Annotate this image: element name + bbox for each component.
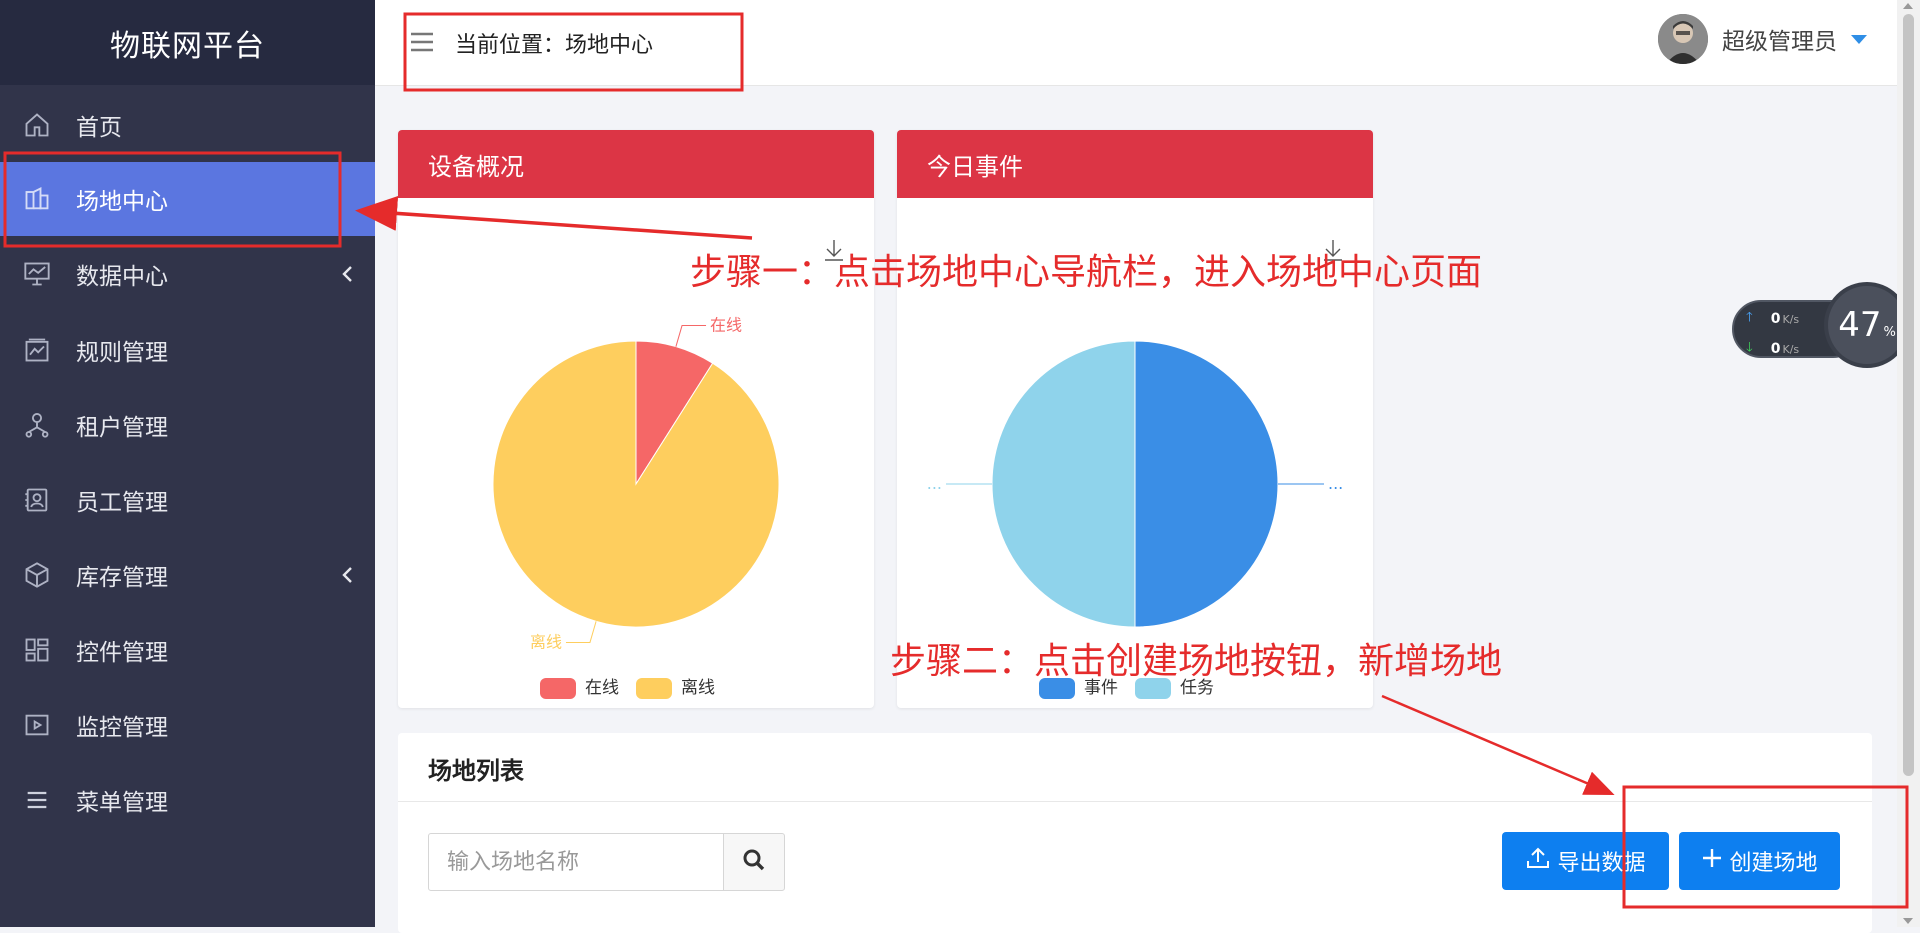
app-title: 物联网平台 bbox=[0, 0, 375, 85]
tenant-icon bbox=[22, 410, 52, 440]
venue-list-title: 场地列表 bbox=[428, 757, 524, 785]
sidebar-item-menus[interactable]: 菜单管理 bbox=[0, 763, 375, 837]
rules-icon bbox=[22, 335, 52, 365]
sidebar-item-label: 库存管理 bbox=[76, 565, 168, 591]
arrow-down-icon: 🡓 bbox=[1746, 340, 1753, 355]
slice-label: 离线 bbox=[530, 632, 562, 651]
monitor-chart-icon bbox=[22, 259, 52, 289]
hamburger-menu-icon[interactable] bbox=[409, 30, 435, 54]
upload-speed: 🡑 0 K/s bbox=[1746, 308, 1799, 330]
download-speed: 🡓 0 K/s bbox=[1746, 338, 1799, 360]
upload-icon bbox=[1525, 845, 1557, 877]
sidebar-item-label: 租户管理 bbox=[76, 415, 168, 441]
sidebar-item-staff[interactable]: 员工管理 bbox=[0, 463, 375, 537]
top-header: 当前位置：场地中心 超级管理员 bbox=[375, 0, 1897, 86]
chevron-left-icon bbox=[341, 564, 353, 590]
sidebar-item-label: 场地中心 bbox=[76, 189, 168, 215]
venue-list-card: 场地列表 导出数据 创建场地 bbox=[398, 733, 1872, 933]
staff-icon bbox=[22, 485, 52, 515]
step2-annotation: 步骤二：点击创建场地按钮，新增场地 bbox=[890, 641, 1503, 682]
plus-icon bbox=[1701, 847, 1729, 875]
pie-slice-1[interactable] bbox=[991, 340, 1136, 628]
scroll-up-arrow-icon[interactable] bbox=[1903, 3, 1913, 9]
sidebar-item-label: 数据中心 bbox=[76, 264, 168, 290]
card-title: 今日事件 bbox=[897, 130, 1373, 198]
slice-label: ... bbox=[927, 474, 942, 493]
arrow-up-icon: 🡑 bbox=[1746, 310, 1753, 325]
sidebar-item-label: 规则管理 bbox=[76, 340, 168, 366]
slice-label: 在线 bbox=[710, 316, 742, 335]
widgets-icon bbox=[22, 635, 52, 665]
device-overview-card: 设备概况 在线 离线 在线 离线 bbox=[398, 130, 874, 708]
caret-down-icon bbox=[1851, 34, 1867, 44]
sidebar-item-data-center[interactable]: 数据中心 bbox=[0, 237, 375, 311]
sidebar-item-label: 员工管理 bbox=[76, 490, 168, 516]
step1-annotation: 步骤一：点击场地中心导航栏，进入场地中心页面 bbox=[690, 252, 1483, 293]
legend-label[interactable]: 离线 bbox=[681, 678, 715, 698]
breadcrumb: 当前位置：场地中心 bbox=[455, 33, 654, 58]
export-data-button[interactable]: 导出数据 bbox=[1502, 832, 1669, 890]
scroll-down-arrow-icon[interactable] bbox=[1903, 918, 1913, 924]
legend-swatch[interactable] bbox=[636, 678, 672, 699]
sidebar-item-tenants[interactable]: 租户管理 bbox=[0, 388, 375, 462]
today-events-card: 今日事件 ...... 事件 任务 bbox=[897, 130, 1373, 708]
sidebar-item-monitoring[interactable]: 监控管理 bbox=[0, 688, 375, 762]
network-speed-widget[interactable]: 🡑 0 K/s 🡓 0 K/s 47% bbox=[1732, 282, 1910, 376]
divider bbox=[398, 801, 1872, 802]
sidebar-item-inventory[interactable]: 库存管理 bbox=[0, 538, 375, 612]
cube-icon bbox=[22, 560, 52, 590]
label-leader-line bbox=[565, 621, 597, 643]
create-venue-button[interactable]: 创建场地 bbox=[1679, 832, 1840, 890]
export-label: 导出数据 bbox=[1557, 851, 1646, 876]
search-icon bbox=[742, 848, 766, 876]
menu-list-icon bbox=[22, 785, 52, 815]
venue-search-input[interactable] bbox=[428, 833, 724, 891]
search-button[interactable] bbox=[723, 833, 785, 891]
pie-slice-0[interactable] bbox=[1134, 340, 1279, 628]
sidebar-item-label: 菜单管理 bbox=[76, 790, 168, 816]
sidebar-item-home[interactable]: 首页 bbox=[0, 88, 375, 162]
legend-label[interactable]: 在线 bbox=[585, 678, 619, 698]
sidebar-item-widgets[interactable]: 控件管理 bbox=[0, 613, 375, 687]
avatar bbox=[1658, 14, 1708, 64]
user-name: 超级管理员 bbox=[1722, 29, 1837, 55]
sidebar-item-venue-center[interactable]: 场地中心 bbox=[0, 162, 375, 236]
video-icon bbox=[22, 710, 52, 740]
user-menu[interactable]: 超级管理员 bbox=[1658, 14, 1867, 64]
legend-swatch[interactable] bbox=[540, 678, 576, 699]
sidebar-item-label: 首页 bbox=[76, 115, 122, 141]
chevron-left-icon bbox=[341, 263, 353, 289]
scroll-thumb[interactable] bbox=[1903, 14, 1914, 776]
pie-slice-1[interactable] bbox=[492, 340, 780, 628]
venue-icon bbox=[22, 184, 52, 214]
sidebar-item-label: 控件管理 bbox=[76, 640, 168, 666]
sidebar: 物联网平台 首页 场地中心 数据中心 规则管理 租户管理 员工管理 库存管理 控… bbox=[0, 0, 375, 927]
create-label: 创建场地 bbox=[1729, 851, 1818, 876]
slice-label: ... bbox=[1328, 474, 1343, 493]
sidebar-item-rules[interactable]: 规则管理 bbox=[0, 313, 375, 387]
page-scrollbar[interactable] bbox=[1897, 0, 1920, 927]
label-leader-line bbox=[675, 325, 707, 347]
home-icon bbox=[22, 110, 52, 140]
sidebar-item-label: 监控管理 bbox=[76, 715, 168, 741]
card-title: 设备概况 bbox=[398, 130, 874, 198]
